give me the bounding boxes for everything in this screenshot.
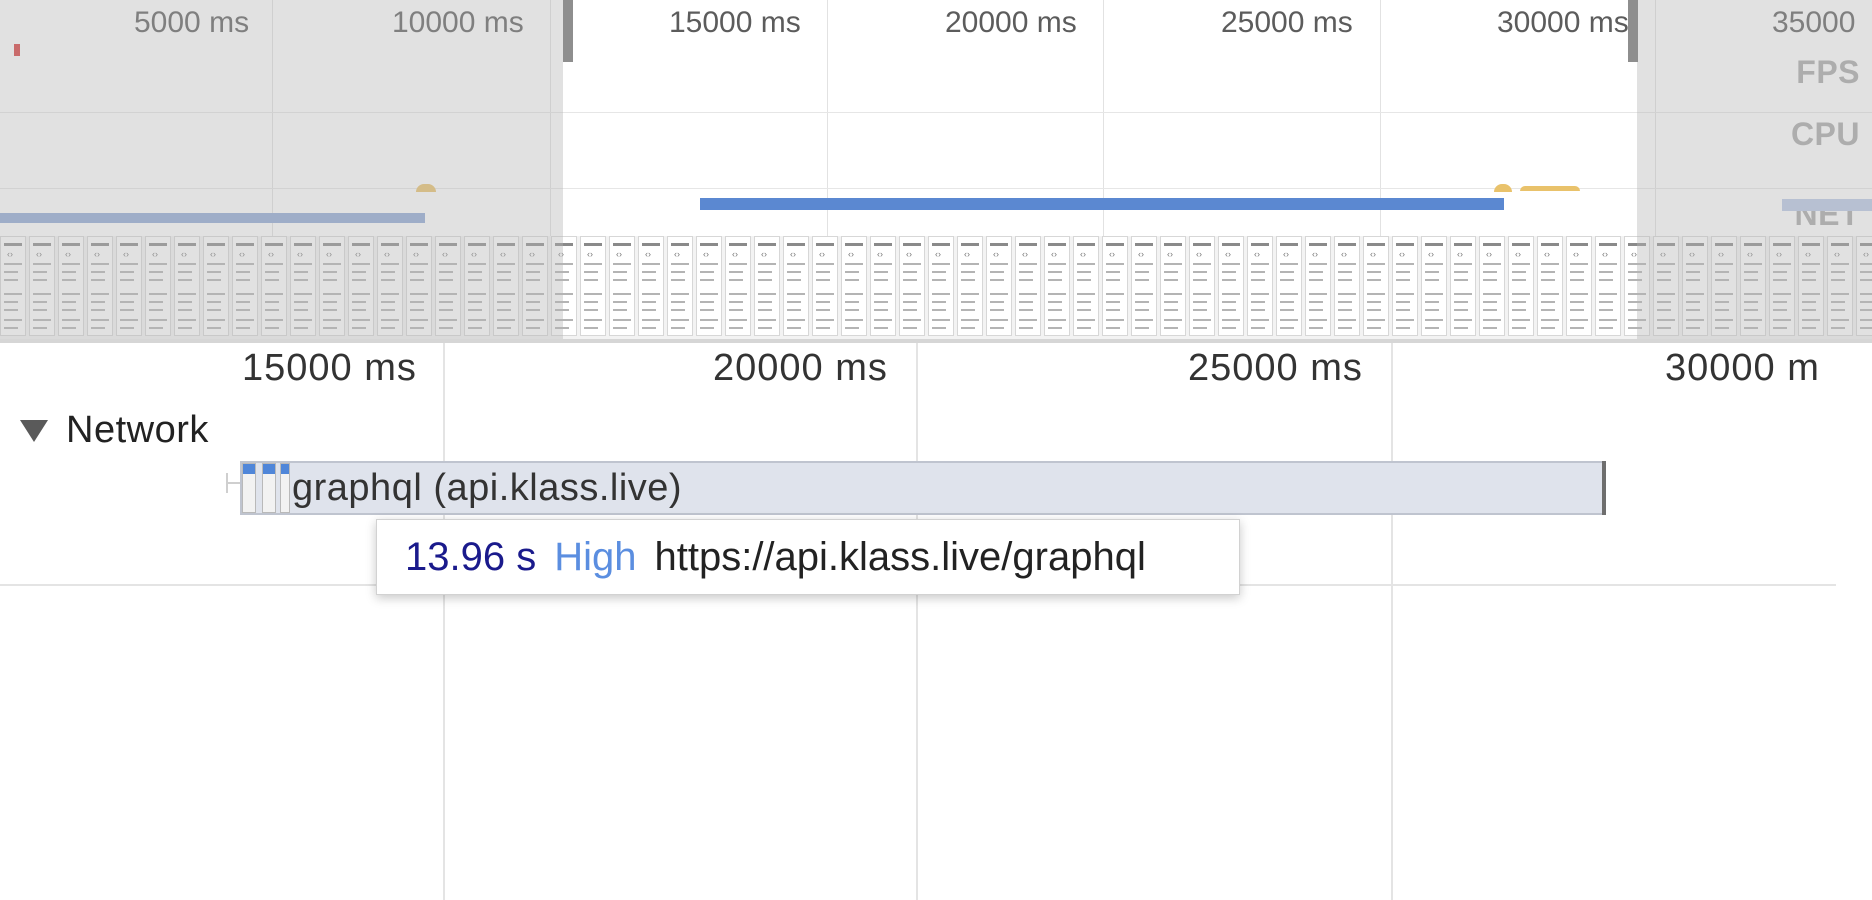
filmstrip-frame[interactable] xyxy=(1537,236,1563,336)
filmstrip-frame[interactable] xyxy=(1218,236,1244,336)
filmstrip-frame[interactable] xyxy=(1015,236,1041,336)
filmstrip-frame[interactable] xyxy=(1131,236,1157,336)
filmstrip-frame[interactable] xyxy=(1044,236,1070,336)
cpu-activity xyxy=(1520,186,1580,191)
filmstrip-frame[interactable] xyxy=(1421,236,1447,336)
network-request-label: graphql (api.klass.live) xyxy=(292,467,683,509)
tooltip-priority: High xyxy=(554,534,637,579)
filmstrip-frame[interactable] xyxy=(870,236,896,336)
filmstrip-frame[interactable] xyxy=(580,236,606,336)
main-tick-label: 25000 ms xyxy=(1188,347,1363,389)
collapse-triangle-icon[interactable] xyxy=(20,419,48,442)
selection-handle-left[interactable] xyxy=(563,0,573,62)
filmstrip-frame[interactable] xyxy=(1102,236,1128,336)
unselected-range-left xyxy=(0,0,563,339)
filmstrip-frame[interactable] xyxy=(696,236,722,336)
filmstrip-frame[interactable] xyxy=(899,236,925,336)
request-phase-segment xyxy=(262,463,276,513)
network-track-title: Network xyxy=(66,409,209,451)
filmstrip-frame[interactable] xyxy=(754,236,780,336)
filmstrip-frame[interactable] xyxy=(1392,236,1418,336)
filmstrip-frame[interactable] xyxy=(1334,236,1360,336)
timeline-main[interactable]: 15000 ms 20000 ms 25000 ms 30000 m Netwo… xyxy=(0,343,1872,900)
request-whisker xyxy=(226,482,240,484)
tooltip-duration: 13.96 s xyxy=(405,534,537,579)
filmstrip-frame[interactable] xyxy=(1189,236,1215,336)
filmstrip-frame[interactable] xyxy=(638,236,664,336)
filmstrip-frame[interactable] xyxy=(667,236,693,336)
filmstrip-frame[interactable] xyxy=(1247,236,1273,336)
timeline-overview[interactable]: 5000 ms 10000 ms 15000 ms 20000 ms 25000… xyxy=(0,0,1872,343)
cpu-activity xyxy=(1494,184,1512,192)
filmstrip-frame[interactable] xyxy=(1450,236,1476,336)
main-gridline xyxy=(916,343,918,900)
filmstrip-frame[interactable] xyxy=(986,236,1012,336)
filmstrip-frame[interactable] xyxy=(1595,236,1621,336)
unselected-range-right xyxy=(1637,0,1872,339)
filmstrip-frame[interactable] xyxy=(1073,236,1099,336)
overview-tick-label: 15000 ms xyxy=(669,6,801,39)
filmstrip-frame[interactable] xyxy=(928,236,954,336)
filmstrip-frame[interactable] xyxy=(609,236,635,336)
main-tick-label: 20000 ms xyxy=(713,347,888,389)
overview-tick-label: 25000 ms xyxy=(1221,6,1353,39)
filmstrip-frame[interactable] xyxy=(1276,236,1302,336)
overview-tick-label: 30000 ms xyxy=(1497,6,1629,39)
tooltip-url: https://api.klass.live/graphql xyxy=(654,534,1146,579)
selection-handle-right[interactable] xyxy=(1628,0,1638,62)
filmstrip-frame[interactable] xyxy=(957,236,983,336)
filmstrip-frame[interactable] xyxy=(783,236,809,336)
filmstrip-frame[interactable] xyxy=(1566,236,1592,336)
filmstrip-frame[interactable] xyxy=(812,236,838,336)
network-track-header[interactable]: Network xyxy=(20,409,209,452)
filmstrip-frame[interactable] xyxy=(1479,236,1505,336)
filmstrip-frame[interactable] xyxy=(841,236,867,336)
filmstrip-frame[interactable] xyxy=(1160,236,1186,336)
main-gridline xyxy=(443,343,445,900)
overview-tick-label: 20000 ms xyxy=(945,6,1077,39)
filmstrip-frame[interactable] xyxy=(1508,236,1534,336)
request-tooltip: 13.96 s High https://api.klass.live/grap… xyxy=(376,519,1240,595)
request-phase-segment xyxy=(242,463,256,513)
filmstrip-frame[interactable] xyxy=(725,236,751,336)
net-activity-bar xyxy=(700,198,1504,210)
main-tick-label: 30000 m xyxy=(1665,347,1820,389)
filmstrip-frame[interactable] xyxy=(1305,236,1331,336)
network-request-bar-end xyxy=(1602,461,1606,515)
main-gridline xyxy=(1391,343,1393,900)
filmstrip-frame[interactable] xyxy=(1363,236,1389,336)
request-phase-segment xyxy=(280,463,290,513)
main-tick-label: 15000 ms xyxy=(242,347,417,389)
